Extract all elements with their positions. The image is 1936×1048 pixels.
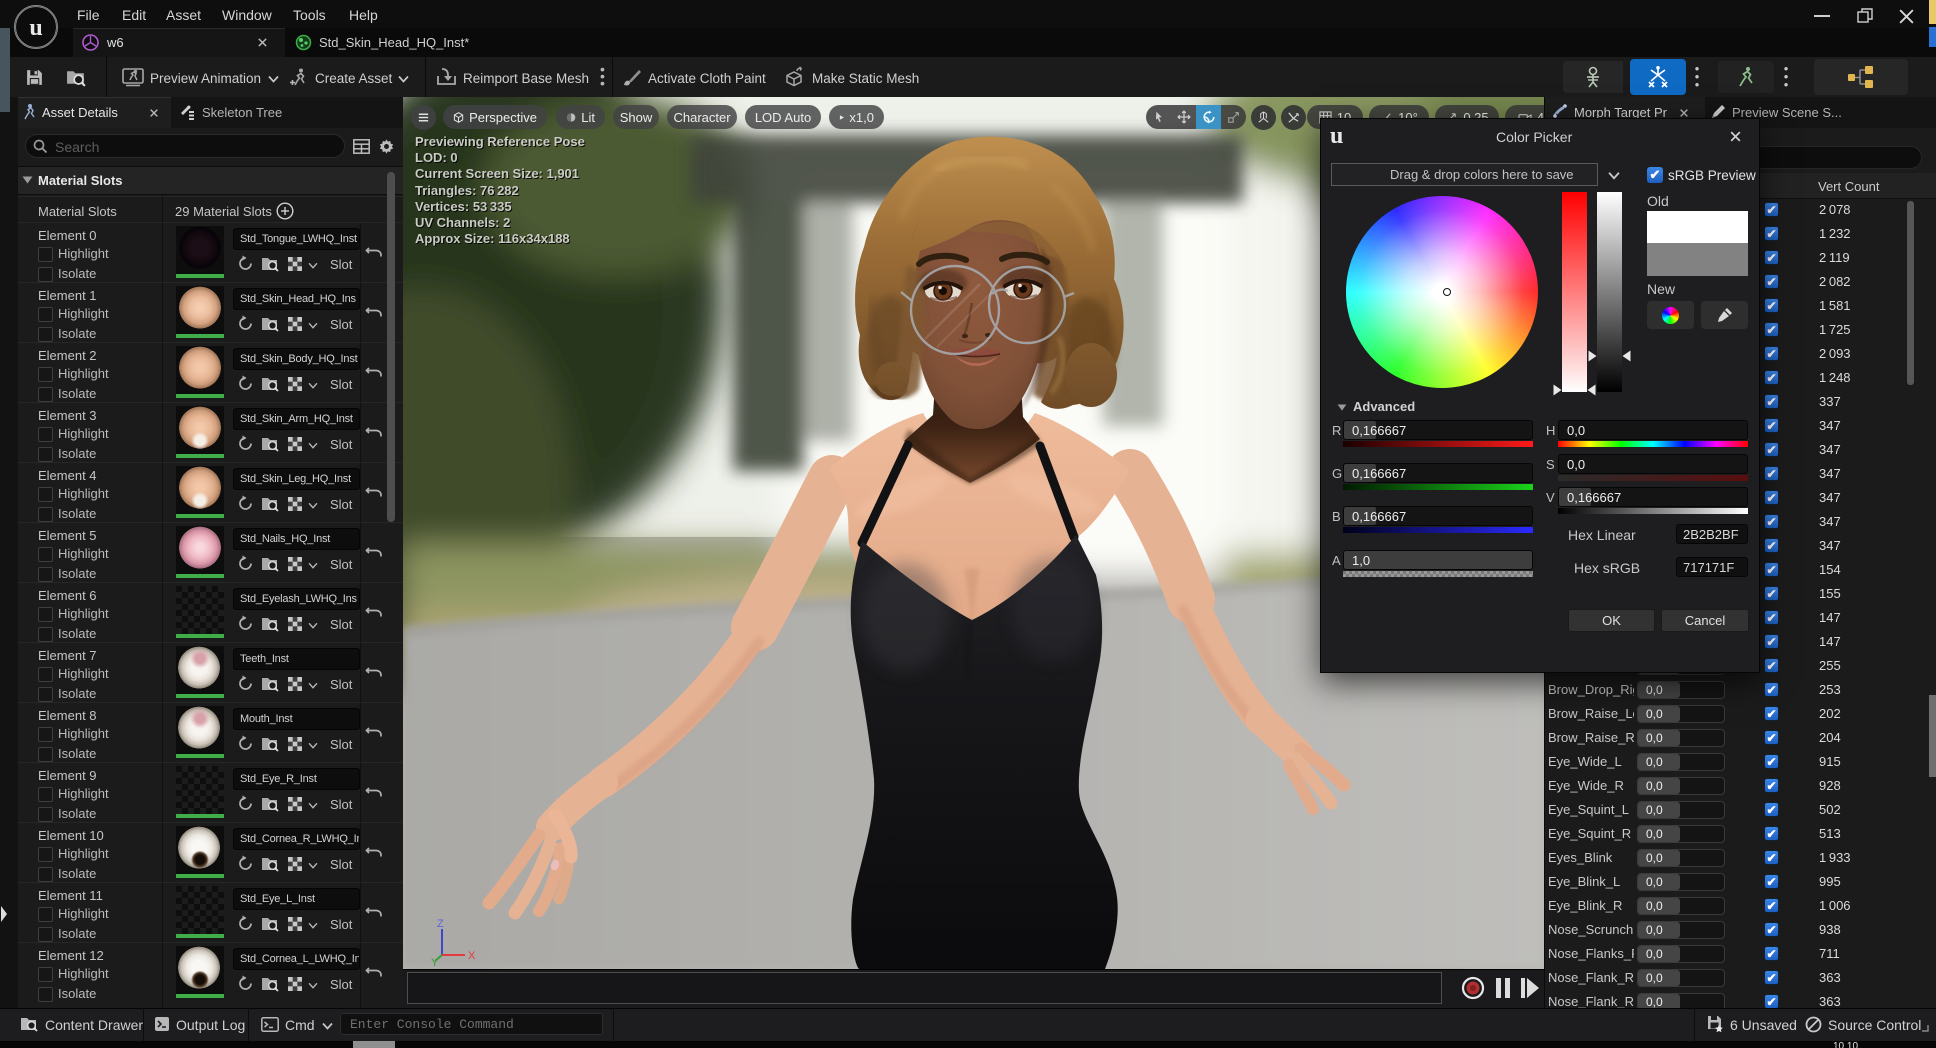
svg-text:X: X: [468, 950, 476, 962]
svg-text:Y: Y: [431, 957, 439, 967]
svg-text:u: u: [29, 15, 42, 41]
svg-text:Z: Z: [437, 918, 444, 930]
